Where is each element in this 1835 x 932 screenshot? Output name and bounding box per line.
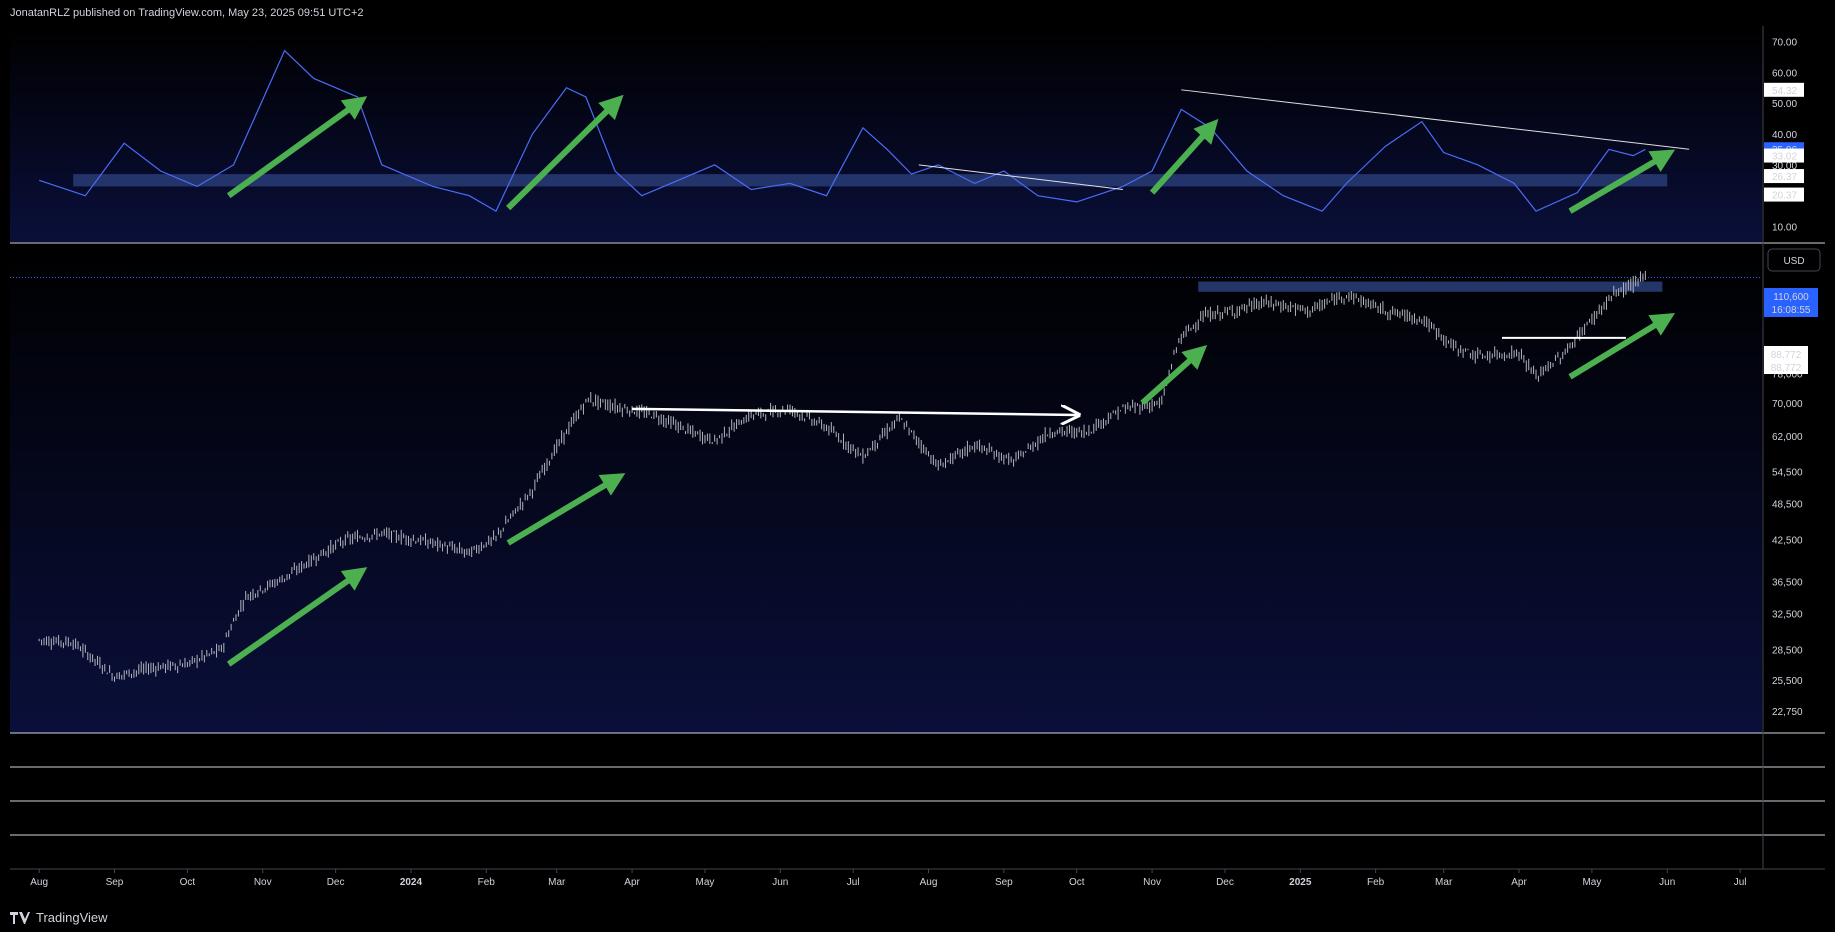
price-tick: 48,500 (1772, 500, 1803, 511)
level-label: 88,772 (1771, 350, 1802, 361)
time-label: Apr (1511, 877, 1527, 888)
price-tick: 22,750 (1772, 707, 1803, 718)
time-label: Nov (254, 877, 272, 888)
time-label: Sep (106, 877, 124, 888)
footer: TradingView (10, 910, 108, 925)
time-label: Nov (1143, 877, 1161, 888)
currency-label: USD (1783, 256, 1804, 267)
time-label: Sep (995, 877, 1013, 888)
oscillator-value-label: 20.37 (1772, 191, 1797, 202)
last-price-value: 110,600 (1773, 292, 1809, 303)
tradingview-logo-icon (10, 911, 30, 924)
time-label: 2024 (400, 877, 423, 888)
time-label: Mar (1435, 877, 1453, 888)
time-label: Jul (1734, 877, 1747, 888)
last-price-label: 110,600 16:08:55 (1764, 288, 1818, 317)
time-label: Dec (1216, 877, 1234, 888)
time-label: Oct (180, 877, 196, 888)
oscillator-zone (73, 174, 1668, 187)
oscillator-tick: 40.00 (1772, 130, 1797, 141)
price-tick: 25,500 (1772, 676, 1803, 687)
time-label: Aug (920, 877, 938, 888)
time-label: Jun (1659, 877, 1675, 888)
time-label: May (696, 877, 715, 888)
price-tick: 28,500 (1772, 645, 1803, 656)
oscillator-tick: 70.00 (1772, 37, 1797, 48)
price-zone (1198, 281, 1663, 292)
price-tick: 70,000 (1772, 399, 1803, 410)
price-axis[interactable]: 78,00070,00062,00054,50048,50042,50036,5… (1772, 369, 1803, 718)
time-label: Jul (847, 877, 860, 888)
time-label: 2025 (1289, 877, 1312, 888)
time-label: Jun (772, 877, 788, 888)
oscillator-value-label: 33.02 (1772, 152, 1797, 163)
price-tick: 36,500 (1772, 577, 1803, 588)
price-tick: 32,500 (1772, 609, 1803, 620)
time-label: Apr (624, 877, 640, 888)
level-labels: 88,772 88,772 (1764, 346, 1808, 374)
price-tick: 62,000 (1772, 432, 1803, 443)
time-label: Feb (1367, 877, 1385, 888)
oscillator-axis[interactable]: 70.0060.0050.0040.0030.0020.0010.0054.32… (1764, 37, 1804, 234)
oscillator-value-label: 26.37 (1772, 172, 1797, 183)
level-label: 88,772 (1771, 363, 1802, 374)
price-panel (10, 244, 1762, 733)
oscillator-panel (10, 26, 1762, 242)
oscillator-tick: 50.00 (1772, 99, 1797, 110)
time-label: Mar (548, 877, 566, 888)
chart-canvas[interactable]: 70.0060.0050.0040.0030.0020.0010.0054.32… (0, 0, 1835, 932)
time-label: Dec (327, 877, 345, 888)
currency-button[interactable]: USD (1767, 248, 1821, 272)
brand-name: TradingView (36, 910, 108, 925)
price-tick: 54,500 (1772, 468, 1803, 479)
price-tick: 42,500 (1772, 536, 1803, 547)
time-label: Aug (30, 877, 48, 888)
time-label: Feb (478, 877, 496, 888)
oscillator-tick: 60.00 (1772, 68, 1797, 79)
oscillator-value-label: 54.32 (1772, 86, 1797, 97)
time-label: Oct (1069, 877, 1085, 888)
time-axis[interactable]: Aug Sep Oct Nov Dec 2024 Feb Mar Apr May Jun Jul Aug… (30, 869, 1747, 888)
time-label: May (1582, 877, 1601, 888)
oscillator-tick: 10.00 (1772, 223, 1797, 234)
countdown-value: 16:08:55 (1772, 305, 1811, 316)
